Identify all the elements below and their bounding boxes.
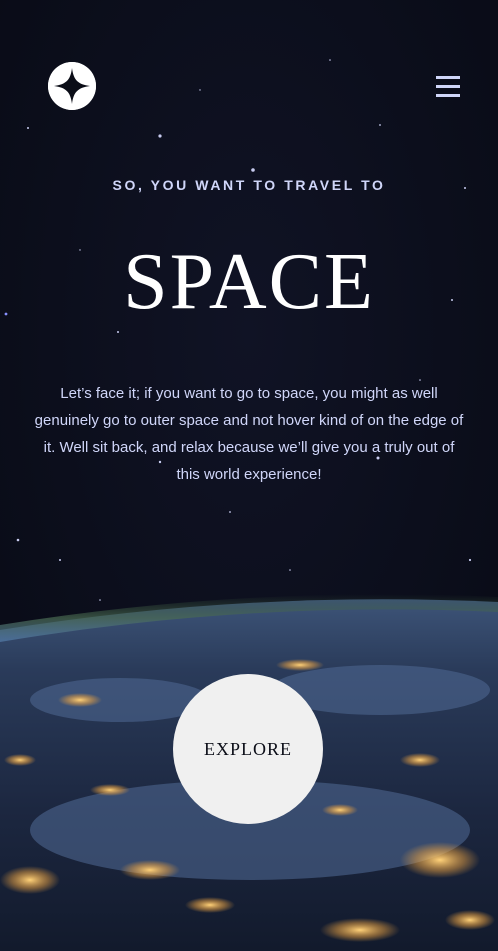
hero-eyebrow: SO, YOU WANT TO TRAVEL TO [112, 177, 386, 193]
hamburger-menu-icon[interactable] [436, 76, 460, 97]
menu-bar [436, 76, 460, 79]
hero-title: SPACE [123, 238, 375, 326]
hero-section: SO, YOU WANT TO TRAVEL TO SPACE Let’s fa… [0, 176, 498, 488]
explore-button[interactable]: EXPLORE [173, 674, 323, 824]
four-point-star-icon [48, 62, 96, 110]
hero-description: Let’s face it; if you want to go to spac… [34, 385, 464, 483]
menu-bar [436, 85, 460, 88]
menu-bar [436, 94, 460, 97]
site-header [0, 0, 498, 180]
logo[interactable] [48, 62, 96, 110]
